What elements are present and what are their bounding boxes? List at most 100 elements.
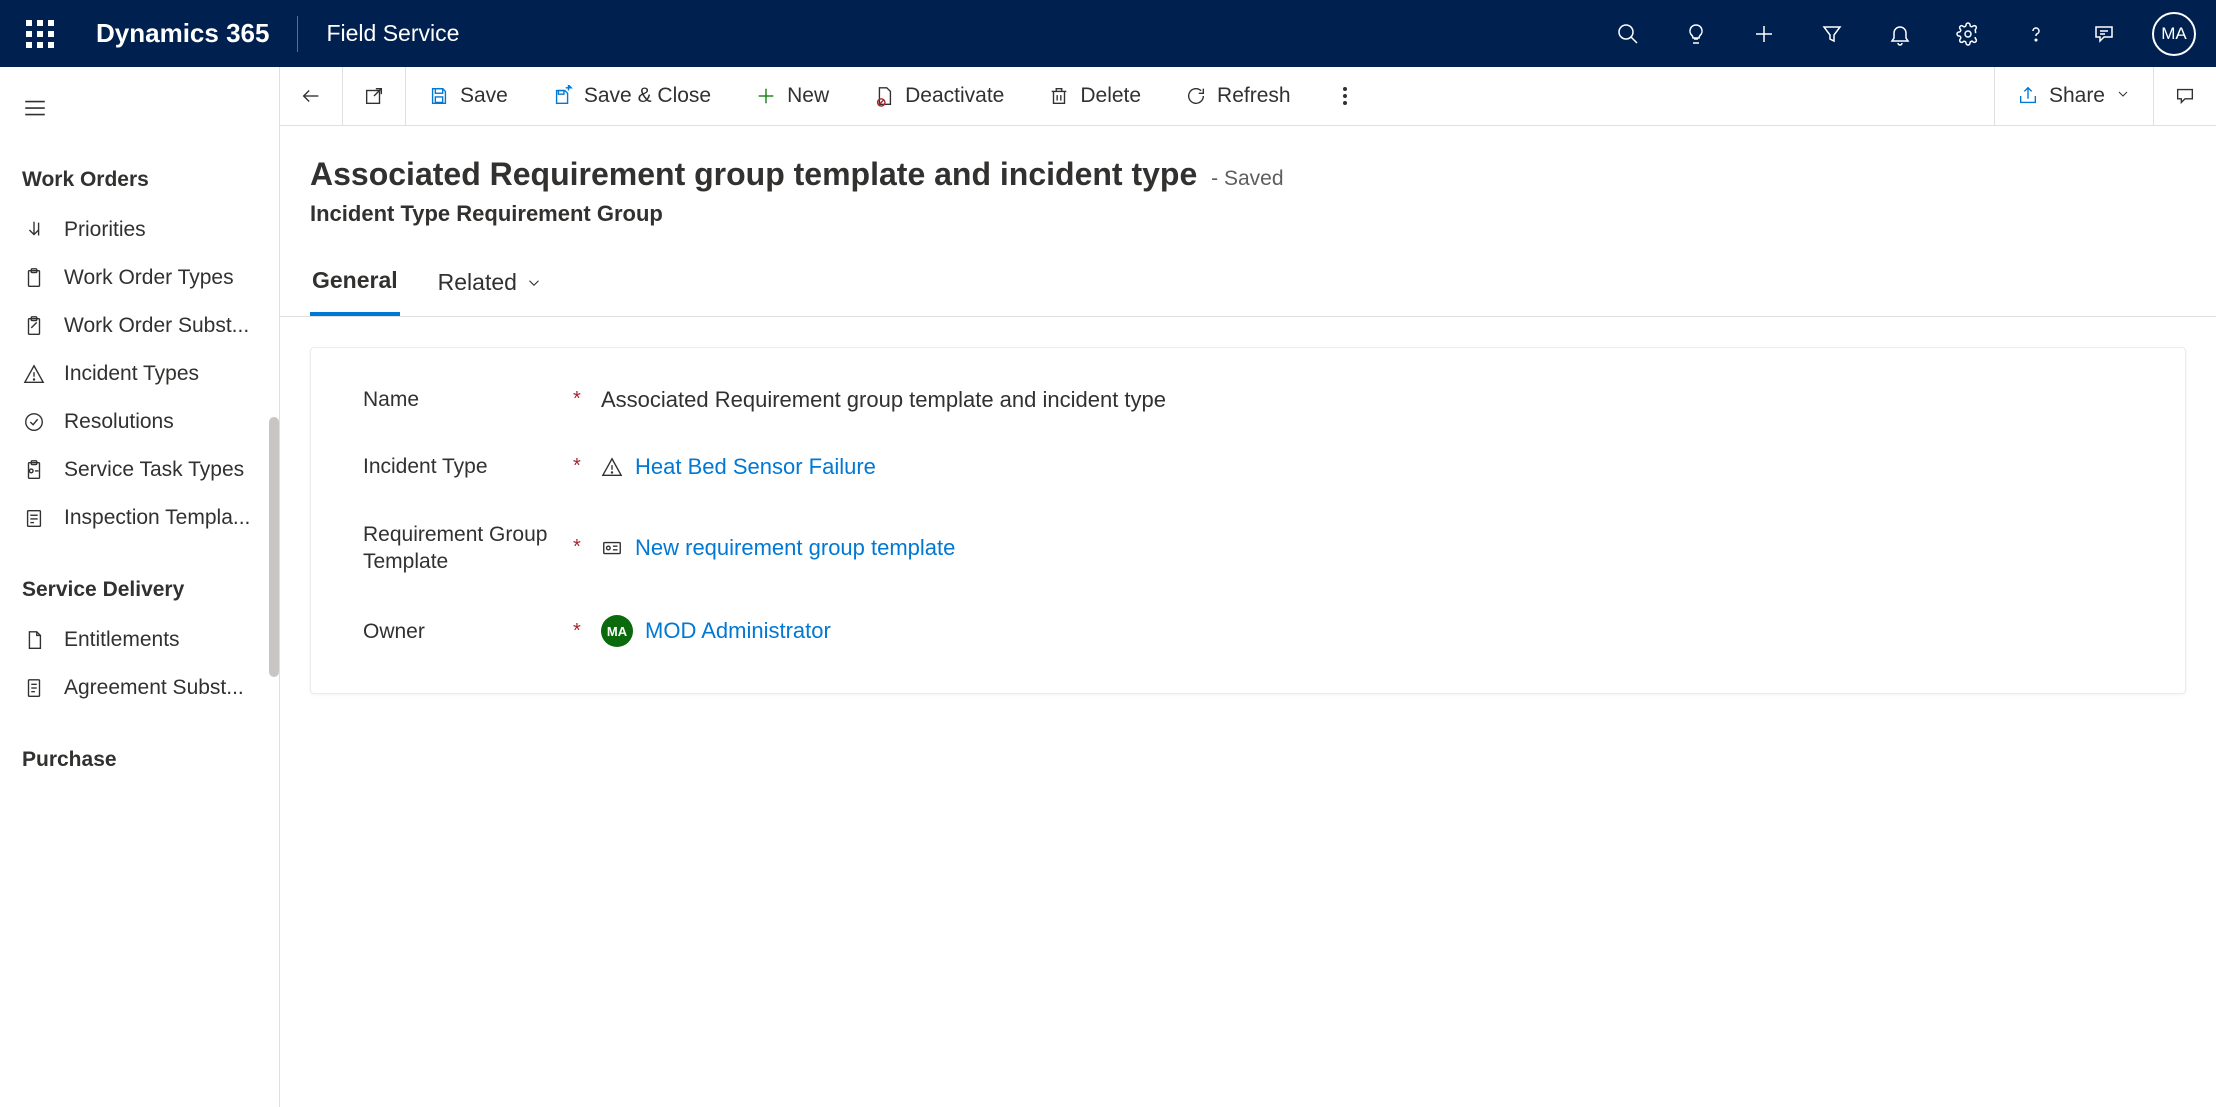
assistant-icon[interactable] [2070,0,2138,67]
sidebar-group-work-orders: Work Orders [0,154,279,206]
refresh-button[interactable]: Refresh [1163,67,1313,125]
list-icon [22,506,46,530]
brand-name[interactable]: Dynamics 365 [96,18,269,49]
save-button[interactable]: Save [406,67,530,125]
sidebar-item-priorities[interactable]: Priorities [0,206,279,254]
field-incident-type[interactable]: Incident Type * Heat Bed Sensor Failure [363,453,2133,480]
help-icon[interactable] [2002,0,2070,67]
page-header: Associated Requirement group template an… [280,126,2216,227]
clipboard-edit-icon [22,314,46,338]
sidebar-item-label: Work Order Subst... [64,314,249,338]
share-label: Share [2049,84,2105,108]
chevron-down-icon [525,274,543,292]
sidebar-group-service-delivery: Service Delivery [0,564,279,616]
field-label: Owner [363,618,573,645]
open-new-window-button[interactable] [343,67,405,125]
sidebar-item-incident-types[interactable]: Incident Types [0,350,279,398]
tab-related[interactable]: Related [436,257,545,316]
sidebar-item-agreement-subst[interactable]: Agreement Subst... [0,664,279,712]
field-value: Heat Bed Sensor Failure [601,454,876,480]
overflow-button[interactable] [1313,67,1377,125]
sidebar-item-work-order-types[interactable]: Work Order Types [0,254,279,302]
filter-icon[interactable] [1798,0,1866,67]
clipboard-icon [22,266,46,290]
save-label: Save [460,84,508,108]
sidebar-item-work-order-subst[interactable]: Work Order Subst... [0,302,279,350]
delete-label: Delete [1080,84,1141,108]
card-id-icon [601,537,623,559]
form-area: Name * Associated Requirement group temp… [280,317,2216,724]
field-value: New requirement group template [601,535,955,561]
page-title: Associated Requirement group template an… [310,156,1197,192]
gear-icon[interactable] [1934,0,2002,67]
tab-row: General Related [280,257,2216,317]
sidebar-item-label: Resolutions [64,410,174,434]
deactivate-label: Deactivate [905,84,1004,108]
delete-button[interactable]: Delete [1026,67,1163,125]
field-name[interactable]: Name * Associated Requirement group temp… [363,386,2133,413]
required-marker: * [573,388,601,411]
search-icon[interactable] [1594,0,1662,67]
tab-general[interactable]: General [310,257,400,316]
field-owner[interactable]: Owner * MA MOD Administrator [363,615,2133,647]
global-nav: Dynamics 365 Field Service MA [0,0,2216,67]
sidebar-item-label: Inspection Templa... [64,506,250,530]
incident-type-link[interactable]: Heat Bed Sensor Failure [635,454,876,480]
chevron-down-icon [2115,84,2131,108]
saved-status: - Saved [1211,167,1283,190]
lightbulb-icon[interactable] [1662,0,1730,67]
name-text: Associated Requirement group template an… [601,387,1166,413]
owner-link[interactable]: MOD Administrator [645,618,831,644]
app-launcher-icon[interactable] [26,20,54,48]
field-value: MA MOD Administrator [601,615,831,647]
required-marker: * [573,536,601,559]
hamburger-icon[interactable] [0,81,279,154]
field-label: Name [363,386,573,413]
share-button[interactable]: Share [1995,67,2153,125]
main-content: Save Save & Close New Deactivate Delete … [280,67,2216,1107]
entity-name: Incident Type Requirement Group [310,201,2186,227]
required-marker: * [573,620,601,643]
deactivate-button[interactable]: Deactivate [851,67,1026,125]
warning-icon [22,362,46,386]
sidebar-item-label: Service Task Types [64,458,244,482]
warning-icon [601,456,623,478]
save-close-label: Save & Close [584,84,711,108]
chat-panel-button[interactable] [2154,67,2216,125]
document-lines-icon [22,676,46,700]
nav-divider [297,16,298,52]
sidebar-item-inspection-templates[interactable]: Inspection Templa... [0,494,279,542]
app-name[interactable]: Field Service [326,20,459,47]
back-button[interactable] [280,67,342,125]
sidebar-item-label: Incident Types [64,362,199,386]
field-label: Requirement Group Template [363,521,573,576]
user-avatar[interactable]: MA [2152,12,2196,56]
form-card: Name * Associated Requirement group temp… [310,347,2186,694]
save-close-button[interactable]: Save & Close [530,67,733,125]
new-label: New [787,84,829,108]
sidebar-group-purchase: Purchase [0,734,279,786]
sidebar-item-entitlements[interactable]: Entitlements [0,616,279,664]
task-icon [22,458,46,482]
check-circle-icon [22,410,46,434]
bell-icon[interactable] [1866,0,1934,67]
sidebar-item-label: Agreement Subst... [64,676,244,700]
new-button[interactable]: New [733,67,851,125]
priorities-icon [22,218,46,242]
tab-label: Related [438,269,517,296]
sidebar-item-resolutions[interactable]: Resolutions [0,398,279,446]
plus-icon[interactable] [1730,0,1798,67]
sidebar: Work Orders Priorities Work Order Types … [0,67,280,1107]
field-label: Incident Type [363,453,573,480]
field-requirement-group-template[interactable]: Requirement Group Template * New require… [363,521,2133,576]
refresh-label: Refresh [1217,84,1291,108]
required-marker: * [573,455,601,478]
owner-avatar: MA [601,615,633,647]
sidebar-item-label: Work Order Types [64,266,234,290]
req-group-link[interactable]: New requirement group template [635,535,955,561]
command-bar: Save Save & Close New Deactivate Delete … [280,67,2216,126]
sidebar-scrollbar-thumb[interactable] [269,417,279,677]
more-vertical-icon [1333,87,1357,105]
sidebar-item-service-task-types[interactable]: Service Task Types [0,446,279,494]
tab-label: General [312,267,398,294]
